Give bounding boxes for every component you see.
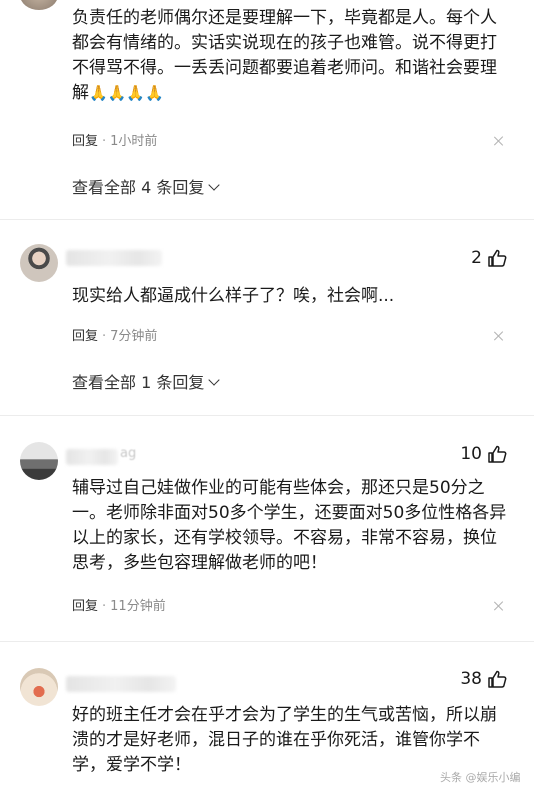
like-count: 10 [460, 444, 482, 464]
reply-button[interactable]: 回复 [72, 599, 98, 614]
comment-text: 现实给人都逼成什么样子了？唉，社会啊... [72, 286, 395, 306]
comment-text: 辅导过自己娃做作业的可能有些体会，那还只是50分之一。老师除非面对50多个学生，… [72, 478, 507, 573]
reply-button[interactable]: 回复 [72, 329, 98, 344]
comment-meta: 回复 · 1小时前 [72, 130, 157, 149]
view-replies-label: 查看全部 4 条回复 [72, 178, 205, 197]
username-blurred[interactable] [66, 449, 118, 465]
view-replies-label: 查看全部 1 条回复 [72, 373, 205, 392]
comment-time: 1小时前 [110, 134, 158, 149]
reply-button[interactable]: 回复 [72, 134, 98, 149]
comment-meta: 回复 · 7分钟前 [72, 325, 157, 344]
close-icon[interactable] [494, 601, 504, 611]
username-fragment: ag [120, 446, 137, 461]
view-replies-button[interactable]: 查看全部 4 条回复 [72, 174, 221, 198]
view-replies-button[interactable]: 查看全部 1 条回复 [72, 369, 221, 393]
thumbs-up-icon[interactable] [487, 444, 507, 464]
thumbs-up-icon[interactable] [487, 669, 507, 689]
meta-separator: · [102, 134, 107, 149]
close-icon[interactable] [494, 331, 504, 341]
comment-time: 11分钟前 [110, 599, 166, 614]
thumbs-up-icon[interactable] [487, 248, 507, 268]
chevron-down-icon [208, 179, 221, 191]
avatar[interactable] [20, 442, 58, 480]
comment-time: 7分钟前 [110, 329, 158, 344]
comment-text: 好的班主任才会在乎才会为了学生的生气或苦恼，所以崩溃的才是好老师，混日子的谁在乎… [72, 705, 497, 775]
avatar[interactable] [20, 668, 58, 706]
username-blurred[interactable] [66, 250, 162, 266]
meta-separator: · [102, 599, 107, 614]
divider [0, 641, 534, 642]
comment-text: 负责任的老师偶尔还是要理解一下，毕竟都是人。每个人都会有情绪的。实话实说现在的孩… [72, 8, 497, 103]
username-blurred[interactable] [66, 676, 176, 692]
chevron-down-icon [208, 374, 221, 386]
avatar[interactable] [20, 244, 58, 282]
divider [0, 415, 534, 416]
avatar[interactable] [20, 0, 58, 10]
comment-meta: 回复 · 11分钟前 [72, 595, 166, 614]
pray-emoji: 🙏🙏🙏🙏 [89, 84, 164, 102]
like-count: 2 [471, 248, 482, 268]
like-count: 38 [460, 669, 482, 689]
close-icon[interactable] [494, 136, 504, 146]
watermark: 头条 @娱乐小编 [440, 771, 521, 784]
divider [0, 219, 534, 220]
meta-separator: · [102, 329, 107, 344]
